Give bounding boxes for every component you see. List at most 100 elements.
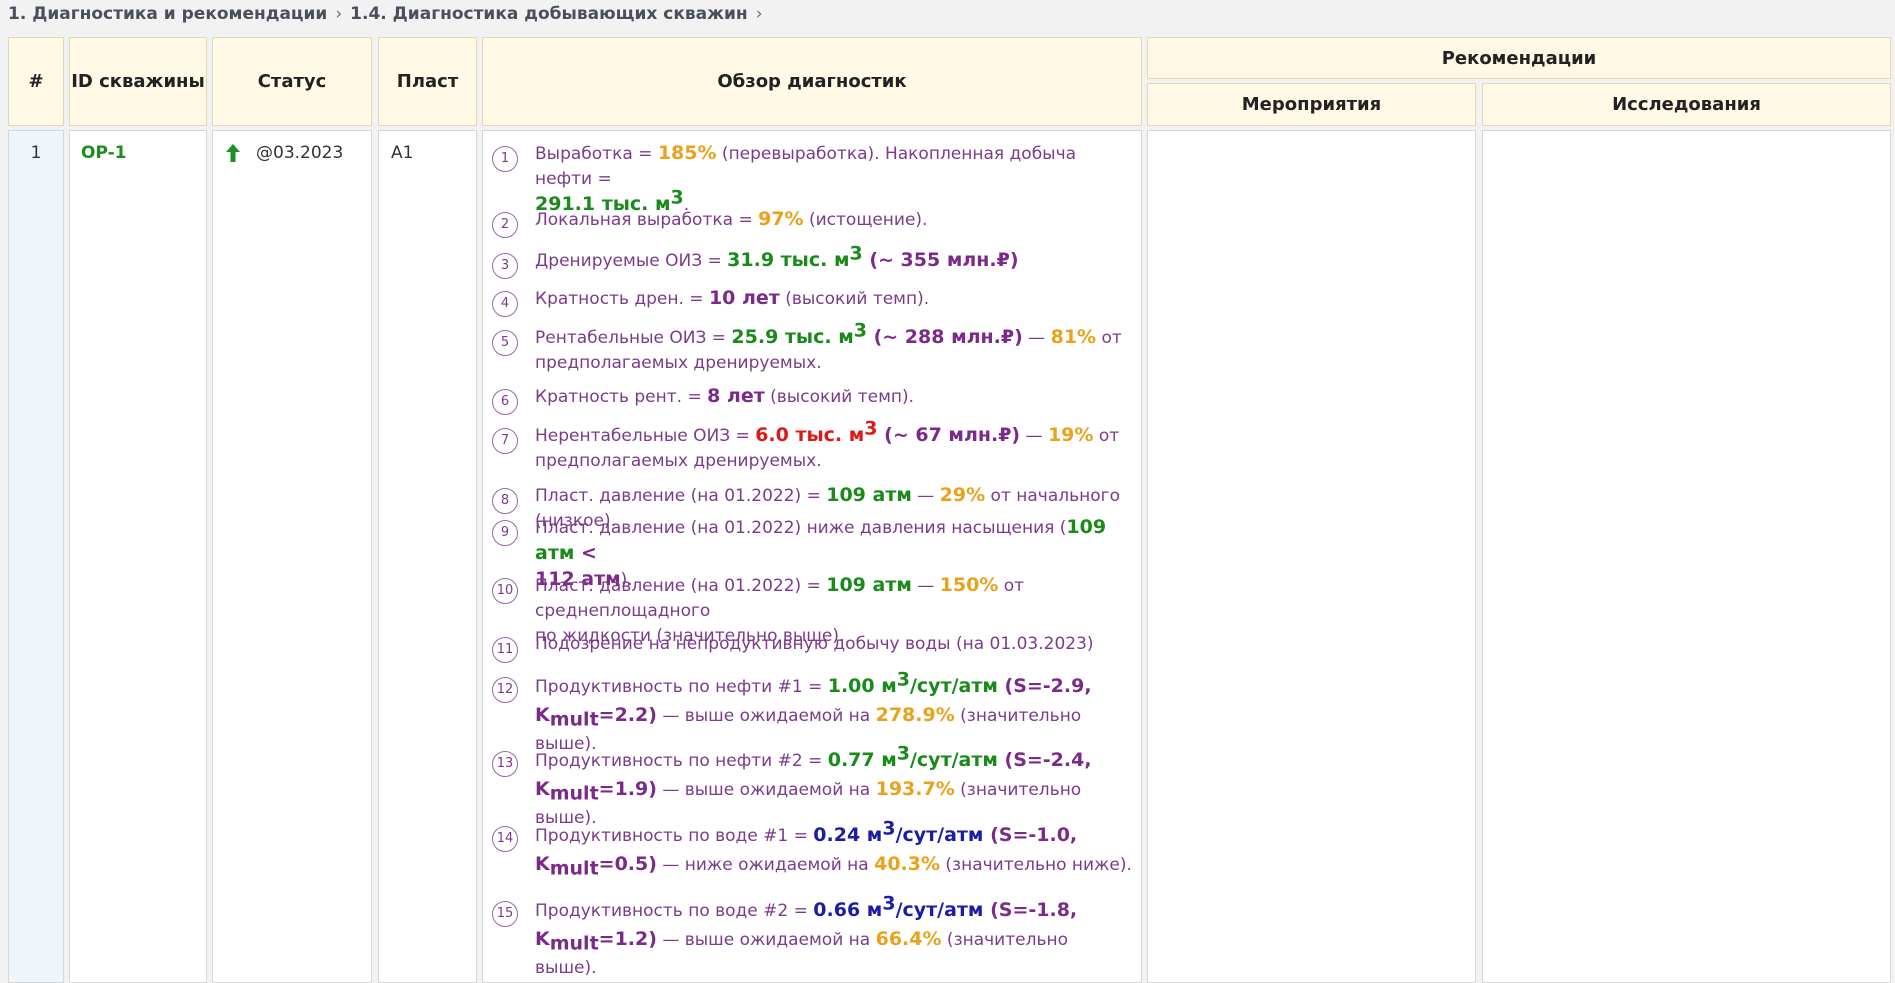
diagnostic-text: Продуктивность по нефти #2 = <box>535 751 828 771</box>
superscript: 3 <box>864 417 878 440</box>
diagnostic-text: (высокий темп). <box>764 387 915 407</box>
header-num[interactable]: # <box>8 37 64 126</box>
diagnostic-text: Кратность рент. = <box>535 387 708 407</box>
diagnostic-text: Дренируемые ОИЗ = <box>535 251 728 271</box>
diagnostic-value: 40.3% <box>874 853 941 875</box>
diagnostic-text: (значительно ниже). <box>940 855 1132 875</box>
cell-measures <box>1147 130 1476 983</box>
superscript: 3 <box>896 668 910 691</box>
diagnostic-value: (S=-2.9, <box>997 675 1092 697</box>
diagnostic-text: от <box>1093 426 1120 446</box>
header-overview[interactable]: Обзор диагностик <box>482 37 1142 126</box>
diagnostic-text: Пласт. давление (на 01.2022) = <box>535 576 827 596</box>
diagnostic-text: Продуктивность по воде #2 = <box>535 901 814 921</box>
diagnostic-value: =2.2) <box>598 704 657 726</box>
diagnostic-value: (S=-1.8, <box>983 899 1078 921</box>
diagnostic-text: — выше ожидаемой на <box>656 780 876 800</box>
subscript: mult <box>549 708 599 731</box>
diagnostic-value: 66.4% <box>875 928 942 950</box>
diagnostic-number: 9 <box>492 520 518 546</box>
diagnostic-value: 185% <box>657 142 717 164</box>
diagnostic-value: =1.2) <box>598 928 657 950</box>
diagnostic-value: /сут/атм <box>909 749 998 771</box>
diagnostic-value: K <box>535 853 550 875</box>
diagnostic-value: < <box>574 542 597 564</box>
diagnostic-number: 12 <box>492 677 518 703</box>
diagnostic-value: =0.5) <box>598 853 657 875</box>
diagnostic-number: 15 <box>492 901 518 927</box>
breadcrumb-separator: › <box>335 4 343 24</box>
diagnostic-value: K <box>535 704 550 726</box>
diagnostic-text: — выше ожидаемой на <box>656 706 876 726</box>
diagnostic-value: 6.0 тыс. м <box>755 424 865 446</box>
diagnostic-number: 4 <box>492 291 518 317</box>
diagnostic-text: Пласт. давление (на 01.2022) ниже давлен… <box>535 518 1067 538</box>
diagnostic-text: Подозрение на непродуктивную добычу воды… <box>535 634 1094 654</box>
diagnostic-text: Пласт. давление (на 01.2022) = <box>535 486 827 506</box>
status-value: @03.2023 <box>224 143 343 163</box>
well-id-link[interactable]: OP-1 <box>81 143 127 163</box>
diagnostic-value: 8 лет <box>707 385 765 407</box>
diagnostic-value: (S=-1.0, <box>983 824 1078 846</box>
diagnostic-text: (истощение). <box>803 210 928 230</box>
breadcrumb-level2[interactable]: 1.4. Диагностика добывающих скважин <box>350 4 748 24</box>
subscript: mult <box>549 782 599 805</box>
diagnostic-value: 81% <box>1050 326 1097 348</box>
header-measures[interactable]: Мероприятия <box>1147 83 1476 126</box>
diagnostic-value: 1.00 м <box>827 675 897 697</box>
diagnostic-value: =1.9) <box>598 778 657 800</box>
subscript: mult <box>549 932 599 955</box>
diagnostic-value: 31.9 тыс. м <box>727 249 850 271</box>
diagnostic-value: (S=-2.4, <box>997 749 1092 771</box>
diagnostic-value: 0.77 м <box>827 749 897 771</box>
cell-layer <box>378 130 477 983</box>
header-layer[interactable]: Пласт <box>378 37 477 126</box>
header-well-id[interactable]: ID скважины <box>69 37 207 126</box>
diagnostic-number: 8 <box>492 488 518 514</box>
diagnostic-text: Продуктивность по нефти #1 = <box>535 677 828 697</box>
diagnostic-value: 29% <box>939 484 986 506</box>
diagnostic-text: Продуктивность по воде #1 = <box>535 826 814 846</box>
diagnostic-text: Выработка = <box>535 144 658 164</box>
diagnostic-number: 2 <box>492 212 518 238</box>
diagnostic-value: /сут/атм <box>909 675 998 697</box>
diagnostic-text: предполагаемых дренируемых. <box>535 353 822 373</box>
superscript: 3 <box>882 892 896 915</box>
diagnostic-value: /сут/атм <box>895 824 984 846</box>
diagnostic-text: — <box>1022 328 1051 348</box>
diagnostic-value: 25.9 тыс. м <box>731 326 854 348</box>
diagnostic-value: (~ 288 млн.₽) <box>866 326 1023 348</box>
diagnostic-value: 97% <box>758 208 804 230</box>
diagnostic-number: 3 <box>492 253 518 279</box>
cell-studies <box>1482 130 1891 983</box>
diagnostic-value: 278.9% <box>875 704 955 726</box>
diagnostic-text: Нерентабельные ОИЗ = <box>535 426 756 446</box>
diagnostic-value: 109 атм <box>826 574 912 596</box>
header-status[interactable]: Статус <box>212 37 372 126</box>
diagnostic-number: 6 <box>492 389 518 415</box>
diagnostic-value: 0.66 м <box>813 899 883 921</box>
diagnostic-value: K <box>535 928 550 950</box>
diagnostic-value: /сут/атм <box>895 899 984 921</box>
diagnostic-number: 10 <box>492 578 518 604</box>
diagnostic-text: от <box>1096 328 1122 348</box>
diagnostic-text: — ниже ожидаемой на <box>656 855 875 875</box>
diagnostic-value: 150% <box>939 574 999 596</box>
layer-value: A1 <box>391 143 414 163</box>
diagnostic-number: 14 <box>492 826 518 852</box>
diagnostic-value: 193.7% <box>875 778 955 800</box>
diagnostic-number: 5 <box>492 330 518 356</box>
superscript: 3 <box>670 186 684 209</box>
breadcrumb-level1[interactable]: 1. Диагностика и рекомендации <box>8 4 327 24</box>
subscript: mult <box>549 857 599 880</box>
status-date: @03.2023 <box>256 143 344 163</box>
diagnostic-number: 1 <box>492 146 518 172</box>
header-studies[interactable]: Исследования <box>1482 83 1891 126</box>
superscript: 3 <box>853 319 867 342</box>
cell-well-id <box>69 130 207 983</box>
diagnostic-text: Рентабельные ОИЗ = <box>535 328 732 348</box>
diagnostic-number: 7 <box>492 428 518 454</box>
row-number: 1 <box>30 143 42 163</box>
up-arrow-icon <box>226 144 240 162</box>
cell-num <box>8 130 64 983</box>
